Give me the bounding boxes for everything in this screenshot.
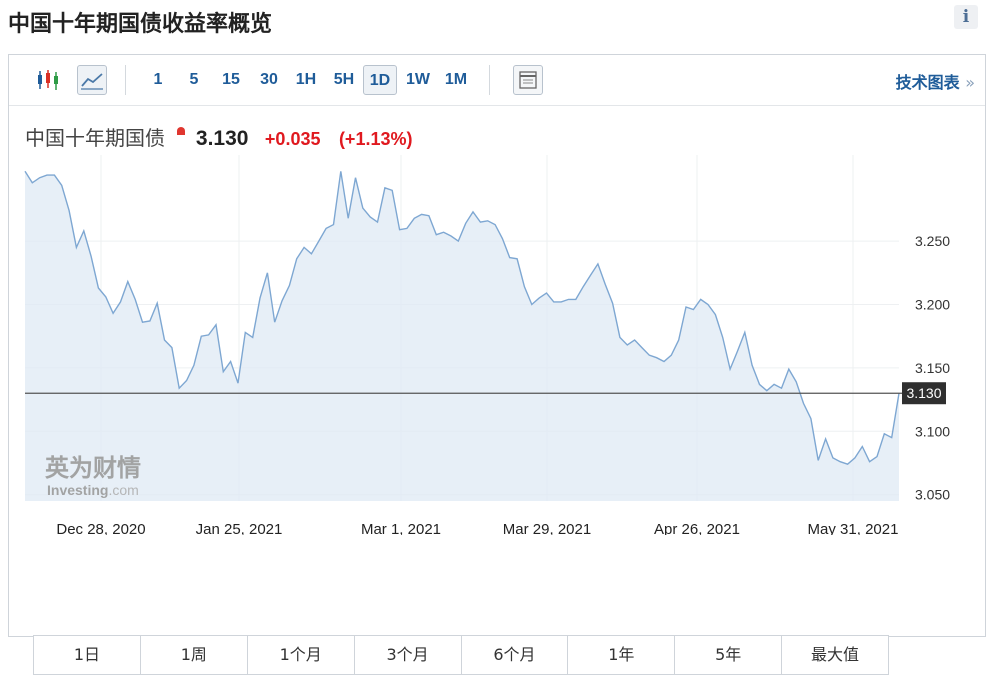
range-max[interactable]: 最大值 [782, 636, 888, 674]
page-title: 中国十年期国债收益率概览 [8, 12, 273, 37]
watermark-suffix: .com [108, 482, 138, 498]
time-range-bar: 1日 1周 1个月 3个月 6个月 1年 5年 最大值 [33, 635, 889, 675]
svg-text:Investing.com: Investing.com [47, 482, 139, 498]
y-tick-label: 3.050 [915, 487, 950, 503]
y-tick-label: 3.150 [915, 360, 950, 376]
x-tick-label: May 31, 2021 [808, 521, 899, 535]
range-1w[interactable]: 1周 [141, 636, 248, 674]
y-axis-ticks: 3.250 3.200 3.150 3.100 3.050 [915, 233, 950, 503]
range-1y[interactable]: 1年 [568, 636, 676, 674]
current-value-box: 3.130 [902, 382, 946, 405]
x-tick-label: Mar 29, 2021 [503, 521, 591, 535]
range-5y[interactable]: 5年 [675, 636, 783, 674]
current-value-label: 3.130 [906, 385, 941, 401]
x-tick-label: Apr 26, 2021 [654, 521, 740, 535]
y-tick-label: 3.250 [915, 233, 950, 249]
chart-panel: 1 5 15 30 1H 5H 1D 1W 1M 技术图表 » 中国十年期国债 … [8, 54, 986, 675]
chart-area-fill [25, 171, 899, 502]
info-icon[interactable]: i [954, 5, 978, 29]
watermark-cn: 英为财情 [45, 454, 141, 482]
range-1d[interactable]: 1日 [34, 636, 141, 674]
y-tick-label: 3.100 [915, 423, 950, 439]
x-axis-ticks: Dec 28, 2020 Jan 25, 2021 Mar 1, 2021 Mar 2… [56, 521, 898, 535]
investing-watermark: 英为财情 Investing.com [45, 454, 141, 498]
range-3m[interactable]: 3个月 [355, 636, 462, 674]
range-6m[interactable]: 6个月 [462, 636, 569, 674]
x-tick-label: Jan 25, 2021 [196, 521, 283, 535]
yield-chart[interactable]: 英为财情 Investing.com 3.2503.2003.1503.1003… [9, 55, 985, 535]
x-tick-label: Mar 1, 2021 [361, 521, 441, 535]
range-1m[interactable]: 1个月 [248, 636, 355, 674]
y-tick-label: 3.200 [915, 296, 950, 312]
x-tick-label: Dec 28, 2020 [56, 521, 145, 535]
watermark-en: Investing [47, 482, 108, 498]
